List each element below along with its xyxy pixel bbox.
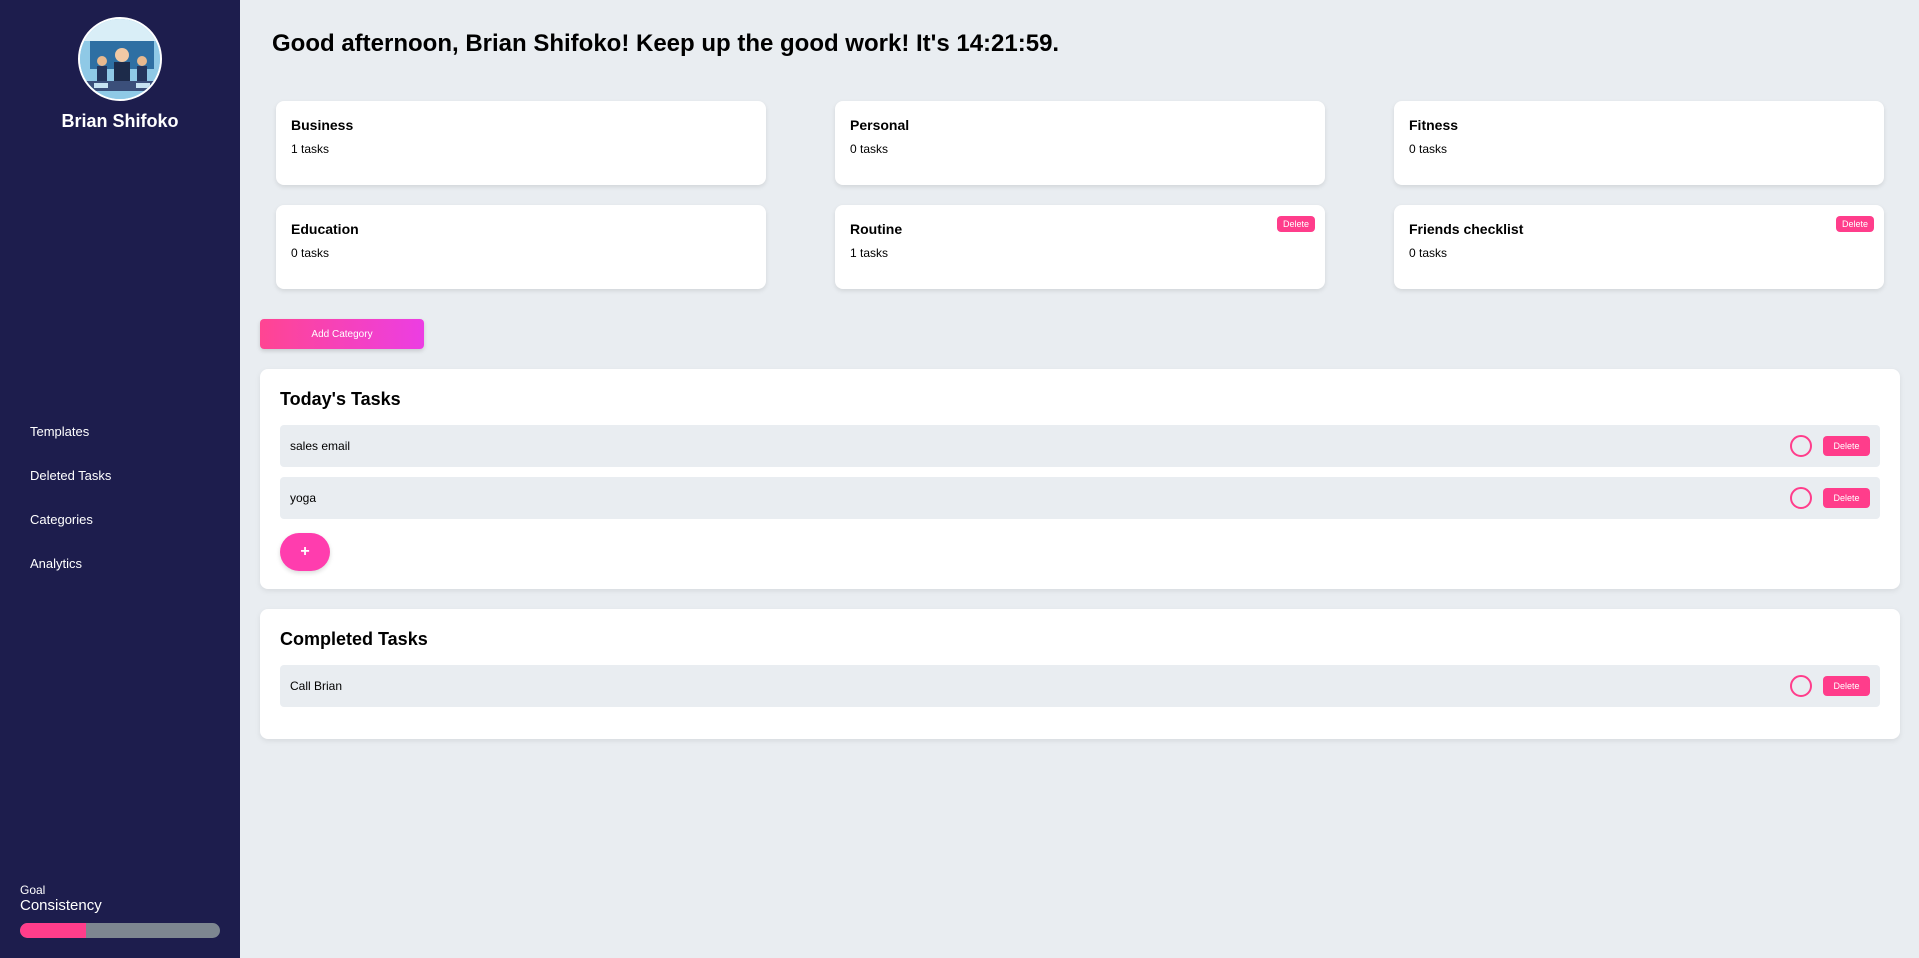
complete-task-toggle[interactable] <box>1790 435 1812 457</box>
task-row: sales email Delete <box>280 425 1880 467</box>
task-row: Call Brian Delete <box>280 665 1880 707</box>
goal-label: Goal <box>20 883 46 897</box>
completed-tasks-title: Completed Tasks <box>280 629 428 649</box>
todays-tasks-title: Today's Tasks <box>280 389 401 409</box>
goal-progress-bar <box>20 923 220 938</box>
delete-task-button[interactable]: Delete <box>1823 436 1870 456</box>
goal-consistency: Goal Consistency <box>20 883 220 938</box>
category-card-education[interactable]: Education 0 tasks <box>276 205 766 289</box>
category-name: Routine <box>850 221 903 237</box>
category-count: 1 tasks <box>850 246 889 260</box>
category-name: Education <box>291 221 359 237</box>
task-name: sales email <box>290 439 351 453</box>
avatar-image <box>80 19 160 99</box>
delete-task-button[interactable]: Delete <box>1823 676 1870 696</box>
delete-category-button[interactable]: Delete <box>1276 216 1315 232</box>
sidebar-item-analytics[interactable]: Analytics <box>30 556 111 600</box>
sidebar-item-templates[interactable]: Templates <box>30 424 111 468</box>
category-card-business[interactable]: Business 1 tasks <box>276 101 766 185</box>
todays-tasks-panel: Today's Tasks sales email Delete yoga De… <box>260 369 1900 589</box>
task-row: yoga Delete <box>280 477 1880 519</box>
category-name: Personal <box>850 117 910 133</box>
category-count: 0 tasks <box>1409 142 1448 156</box>
category-card-friends-checklist[interactable]: Friends checklist 0 tasks Delete <box>1394 205 1884 289</box>
category-count: 0 tasks <box>850 142 889 156</box>
avatar[interactable] <box>78 17 162 101</box>
category-count: 0 tasks <box>1409 246 1448 260</box>
category-name: Friends checklist <box>1409 221 1524 237</box>
delete-category-button[interactable]: Delete <box>1835 216 1874 232</box>
category-card-routine[interactable]: Routine 1 tasks Delete <box>835 205 1325 289</box>
delete-task-button[interactable]: Delete <box>1823 488 1870 508</box>
completed-tasks-panel: Completed Tasks Call Brian Delete <box>260 609 1900 739</box>
task-name: yoga <box>290 491 317 505</box>
category-count: 0 tasks <box>291 246 330 260</box>
complete-task-toggle[interactable] <box>1790 675 1812 697</box>
task-name: Call Brian <box>290 679 343 693</box>
sidebar-item-deleted-tasks[interactable]: Deleted Tasks <box>30 468 111 512</box>
goal-sublabel: Consistency <box>20 897 102 914</box>
sidebar: Brian Shifoko Templates Deleted Tasks Ca… <box>0 0 240 958</box>
sidebar-nav: Templates Deleted Tasks Categories Analy… <box>30 424 111 600</box>
profile-name: Brian Shifoko <box>61 111 179 131</box>
category-card-personal[interactable]: Personal 0 tasks <box>835 101 1325 185</box>
goal-progress-fill <box>20 923 86 938</box>
category-name: Business <box>291 117 354 133</box>
sidebar-item-categories[interactable]: Categories <box>30 512 111 556</box>
greeting-heading: Good afternoon, Brian Shifoko! Keep up t… <box>272 30 1060 57</box>
category-card-fitness[interactable]: Fitness 0 tasks <box>1394 101 1884 185</box>
category-count: 1 tasks <box>291 142 330 156</box>
category-name: Fitness <box>1409 117 1459 133</box>
add-category-button[interactable]: Add Category <box>260 319 424 349</box>
add-task-button[interactable]: + <box>280 533 330 571</box>
complete-task-toggle[interactable] <box>1790 487 1812 509</box>
